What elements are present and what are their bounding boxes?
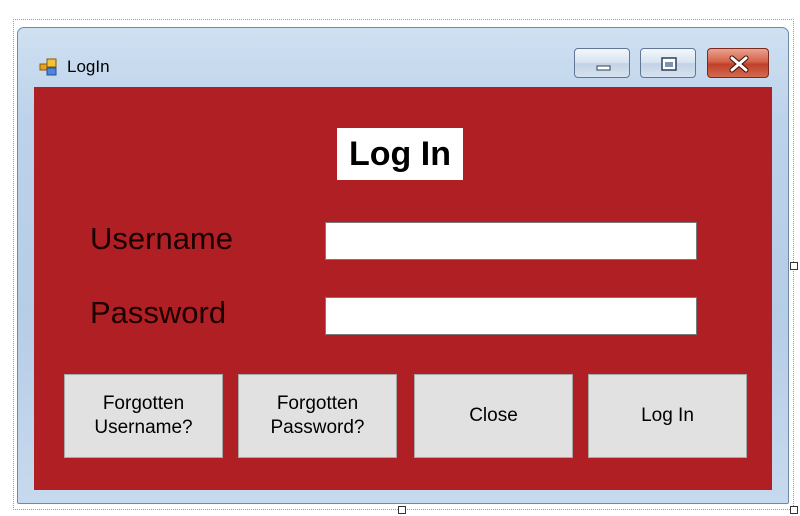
forgotten-password-label-line1: Forgotten <box>276 393 359 414</box>
window-title: LogIn <box>67 57 110 76</box>
password-label: Password <box>90 295 227 330</box>
forgotten-username-label-line1: Forgotten <box>102 393 185 414</box>
form-client-area: Log In Username Password Forgotten Usern… <box>34 87 772 490</box>
username-label: Username <box>90 221 233 256</box>
maximize-icon <box>661 57 677 71</box>
login-button[interactable]: Log In <box>588 374 747 458</box>
forgotten-password-label-line2: Password? <box>270 417 365 438</box>
close-button-label: Close <box>469 405 518 426</box>
page-title: Log In <box>337 128 463 180</box>
minimize-icon <box>596 65 611 71</box>
close-button[interactable]: Close <box>414 374 573 458</box>
username-field[interactable] <box>325 222 697 260</box>
close-window-button[interactable] <box>707 48 769 78</box>
close-icon <box>729 55 749 73</box>
password-field[interactable] <box>325 297 697 335</box>
resize-handle-right[interactable] <box>790 262 798 270</box>
resize-handle-corner[interactable] <box>790 506 798 514</box>
login-window: LogIn Log In Username Password Forgotten… <box>17 27 789 504</box>
forgotten-username-button[interactable]: Forgotten Username? <box>64 374 223 458</box>
minimize-button[interactable] <box>574 48 630 78</box>
forgotten-password-button[interactable]: Forgotten Password? <box>238 374 397 458</box>
title-bar[interactable]: LogIn <box>18 28 788 86</box>
maximize-button[interactable] <box>640 48 696 78</box>
forgotten-username-label-line2: Username? <box>94 417 193 438</box>
resize-handle-bottom[interactable] <box>398 506 406 514</box>
login-button-label: Log In <box>641 405 694 426</box>
form-icon <box>39 58 57 76</box>
